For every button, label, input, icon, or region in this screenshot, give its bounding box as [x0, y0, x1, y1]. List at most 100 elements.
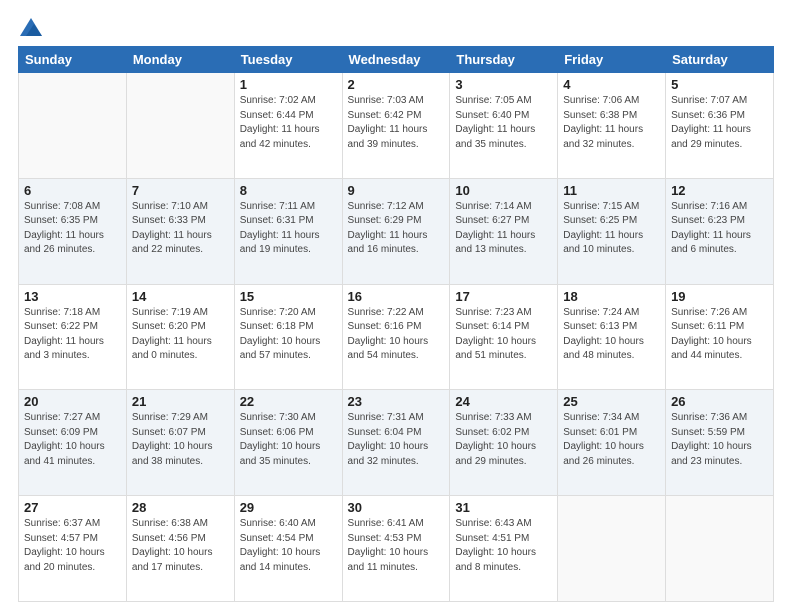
- cell-content: Sunrise: 7:27 AM Sunset: 6:09 PM Dayligh…: [24, 411, 121, 469]
- day-number: 23: [348, 394, 445, 409]
- day-number: 16: [348, 289, 445, 304]
- day-number: 8: [240, 183, 337, 198]
- page: Sunday Monday Tuesday Wednesday Thursday…: [0, 0, 792, 612]
- day-number: 28: [132, 500, 229, 515]
- col-thursday: Thursday: [450, 47, 558, 73]
- table-row: 20 Sunrise: 7:27 AM Sunset: 6:09 PM Dayli…: [19, 390, 127, 496]
- day-number: 25: [563, 394, 660, 409]
- day-number: 27: [24, 500, 121, 515]
- table-row: 7Sunrise: 7:10 AM Sunset: 6:33 PM Daylig…: [126, 178, 234, 284]
- cell-content: Sunrise: 7:15 AM Sunset: 6:25 PM Dayligh…: [563, 200, 660, 258]
- calendar-week-row: 6 Sunrise: 7:08 AM Sunset: 6:35 PM Daylig…: [19, 178, 774, 284]
- day-number: 31: [455, 500, 552, 515]
- day-number: 13: [24, 289, 121, 304]
- cell-content: Sunrise: 7:05 AM Sunset: 6:40 PM Dayligh…: [455, 94, 552, 152]
- logo: [18, 18, 42, 36]
- day-number: 18: [563, 289, 660, 304]
- table-row: 9 Sunrise: 7:12 AM Sunset: 6:29 PM Daylig…: [342, 178, 450, 284]
- table-row: 26 Sunrise: 7:36 AM Sunset: 5:59 PM Dayli…: [666, 390, 774, 496]
- calendar-week-row: 13 Sunrise: 7:18 AM Sunset: 6:22 PM Dayli…: [19, 284, 774, 390]
- col-saturday: Saturday: [666, 47, 774, 73]
- table-row: 14 Sunrise: 7:19 AM Sunset: 6:20 PM Dayli…: [126, 284, 234, 390]
- logo-text: [18, 18, 42, 36]
- table-row: 5Sunrise: 7:07 AM Sunset: 6:36 PM Daylig…: [666, 73, 774, 179]
- cell-content: Sunrise: 7:22 AM Sunset: 6:16 PM Dayligh…: [348, 306, 445, 364]
- calendar-week-row: 20 Sunrise: 7:27 AM Sunset: 6:09 PM Dayli…: [19, 390, 774, 496]
- calendar: Sunday Monday Tuesday Wednesday Thursday…: [18, 46, 774, 602]
- col-friday: Friday: [558, 47, 666, 73]
- cell-content: Sunrise: 7:10 AM Sunset: 6:33 PM Dayligh…: [132, 200, 229, 258]
- table-row: 13 Sunrise: 7:18 AM Sunset: 6:22 PM Dayli…: [19, 284, 127, 390]
- table-row: [19, 73, 127, 179]
- day-number: 6: [24, 183, 121, 198]
- day-number: 29: [240, 500, 337, 515]
- table-row: [558, 496, 666, 602]
- table-row: 17 Sunrise: 7:23 AM Sunset: 6:14 PM Dayli…: [450, 284, 558, 390]
- table-row: 21Sunrise: 7:29 AM Sunset: 6:07 PM Dayli…: [126, 390, 234, 496]
- cell-content: Sunrise: 7:18 AM Sunset: 6:22 PM Dayligh…: [24, 306, 121, 364]
- cell-content: Sunrise: 7:12 AM Sunset: 6:29 PM Dayligh…: [348, 200, 445, 258]
- cell-content: Sunrise: 7:02 AM Sunset: 6:44 PM Dayligh…: [240, 94, 337, 152]
- cell-content: Sunrise: 7:26 AM Sunset: 6:11 PM Dayligh…: [671, 306, 768, 364]
- col-wednesday: Wednesday: [342, 47, 450, 73]
- cell-content: Sunrise: 7:07 AM Sunset: 6:36 PM Dayligh…: [671, 94, 768, 152]
- table-row: 16 Sunrise: 7:22 AM Sunset: 6:16 PM Dayli…: [342, 284, 450, 390]
- table-row: 11 Sunrise: 7:15 AM Sunset: 6:25 PM Dayli…: [558, 178, 666, 284]
- cell-content: Sunrise: 6:38 AM Sunset: 4:56 PM Dayligh…: [132, 517, 229, 575]
- day-number: 15: [240, 289, 337, 304]
- day-number: 10: [455, 183, 552, 198]
- cell-content: Sunrise: 7:08 AM Sunset: 6:35 PM Dayligh…: [24, 200, 121, 258]
- table-row: 23 Sunrise: 7:31 AM Sunset: 6:04 PM Dayli…: [342, 390, 450, 496]
- calendar-week-row: 1 Sunrise: 7:02 AM Sunset: 6:44 PM Daylig…: [19, 73, 774, 179]
- day-number: 2: [348, 77, 445, 92]
- cell-content: Sunrise: 7:24 AM Sunset: 6:13 PM Dayligh…: [563, 306, 660, 364]
- day-number: 19: [671, 289, 768, 304]
- cell-content: Sunrise: 6:43 AM Sunset: 4:51 PM Dayligh…: [455, 517, 552, 575]
- table-row: 10Sunrise: 7:14 AM Sunset: 6:27 PM Dayli…: [450, 178, 558, 284]
- cell-content: Sunrise: 7:36 AM Sunset: 5:59 PM Dayligh…: [671, 411, 768, 469]
- table-row: 15 Sunrise: 7:20 AM Sunset: 6:18 PM Dayli…: [234, 284, 342, 390]
- cell-content: Sunrise: 6:41 AM Sunset: 4:53 PM Dayligh…: [348, 517, 445, 575]
- cell-content: Sunrise: 7:31 AM Sunset: 6:04 PM Dayligh…: [348, 411, 445, 469]
- table-row: 29 Sunrise: 6:40 AM Sunset: 4:54 PM Dayli…: [234, 496, 342, 602]
- table-row: 31 Sunrise: 6:43 AM Sunset: 4:51 PM Dayli…: [450, 496, 558, 602]
- cell-content: Sunrise: 7:23 AM Sunset: 6:14 PM Dayligh…: [455, 306, 552, 364]
- table-row: [666, 496, 774, 602]
- day-number: 12: [671, 183, 768, 198]
- day-number: 14: [132, 289, 229, 304]
- calendar-header-row: Sunday Monday Tuesday Wednesday Thursday…: [19, 47, 774, 73]
- cell-content: Sunrise: 7:34 AM Sunset: 6:01 PM Dayligh…: [563, 411, 660, 469]
- table-row: 1 Sunrise: 7:02 AM Sunset: 6:44 PM Daylig…: [234, 73, 342, 179]
- table-row: 2 Sunrise: 7:03 AM Sunset: 6:42 PM Daylig…: [342, 73, 450, 179]
- day-number: 1: [240, 77, 337, 92]
- cell-content: Sunrise: 7:19 AM Sunset: 6:20 PM Dayligh…: [132, 306, 229, 364]
- cell-content: Sunrise: 7:11 AM Sunset: 6:31 PM Dayligh…: [240, 200, 337, 258]
- table-row: 19 Sunrise: 7:26 AM Sunset: 6:11 PM Dayli…: [666, 284, 774, 390]
- cell-content: Sunrise: 7:29 AM Sunset: 6:07 PM Dayligh…: [132, 411, 229, 469]
- col-tuesday: Tuesday: [234, 47, 342, 73]
- day-number: 4: [563, 77, 660, 92]
- day-number: 11: [563, 183, 660, 198]
- table-row: [126, 73, 234, 179]
- table-row: 22Sunrise: 7:30 AM Sunset: 6:06 PM Dayli…: [234, 390, 342, 496]
- cell-content: Sunrise: 6:40 AM Sunset: 4:54 PM Dayligh…: [240, 517, 337, 575]
- table-row: 3 Sunrise: 7:05 AM Sunset: 6:40 PM Daylig…: [450, 73, 558, 179]
- table-row: 28 Sunrise: 6:38 AM Sunset: 4:56 PM Dayli…: [126, 496, 234, 602]
- day-number: 3: [455, 77, 552, 92]
- day-number: 24: [455, 394, 552, 409]
- cell-content: Sunrise: 7:03 AM Sunset: 6:42 PM Dayligh…: [348, 94, 445, 152]
- col-sunday: Sunday: [19, 47, 127, 73]
- day-number: 9: [348, 183, 445, 198]
- cell-content: Sunrise: 7:06 AM Sunset: 6:38 PM Dayligh…: [563, 94, 660, 152]
- table-row: 12Sunrise: 7:16 AM Sunset: 6:23 PM Dayli…: [666, 178, 774, 284]
- day-number: 26: [671, 394, 768, 409]
- logo-icon: [20, 18, 42, 36]
- table-row: 8 Sunrise: 7:11 AM Sunset: 6:31 PM Daylig…: [234, 178, 342, 284]
- table-row: 30Sunrise: 6:41 AM Sunset: 4:53 PM Dayli…: [342, 496, 450, 602]
- calendar-week-row: 27Sunrise: 6:37 AM Sunset: 4:57 PM Dayli…: [19, 496, 774, 602]
- day-number: 17: [455, 289, 552, 304]
- cell-content: Sunrise: 7:30 AM Sunset: 6:06 PM Dayligh…: [240, 411, 337, 469]
- table-row: 24Sunrise: 7:33 AM Sunset: 6:02 PM Dayli…: [450, 390, 558, 496]
- cell-content: Sunrise: 7:20 AM Sunset: 6:18 PM Dayligh…: [240, 306, 337, 364]
- day-number: 20: [24, 394, 121, 409]
